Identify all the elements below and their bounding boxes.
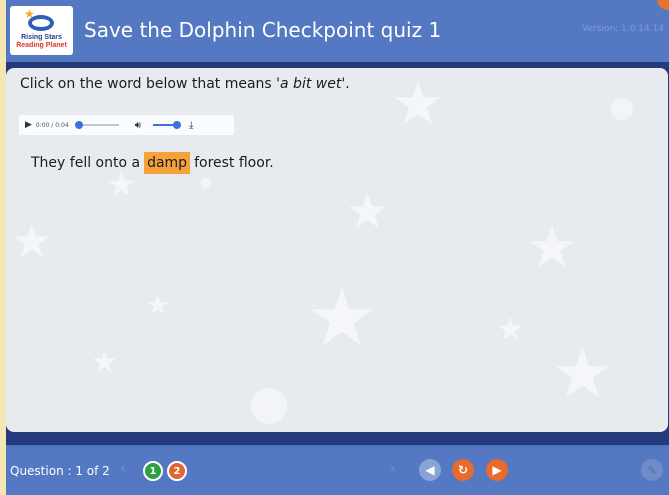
play-icon[interactable]: ▶: [25, 120, 32, 130]
volume-icon[interactable]: 🔊︎: [135, 120, 141, 131]
background-star-icon: ★: [346, 184, 390, 240]
refresh-button[interactable]: ↻: [452, 459, 474, 481]
header-bar: ★ Rising Stars Reading Planet Save the D…: [6, 0, 669, 62]
background-circle: [611, 98, 633, 120]
quiz-app: ★ Rising Stars Reading Planet Save the D…: [6, 0, 669, 495]
background-star-icon: ★: [91, 345, 118, 380]
prompt-target-meaning: a bit wet: [280, 76, 342, 92]
background-star-icon: ★: [526, 213, 578, 281]
audio-time: 0:00 / 0:04: [35, 121, 69, 129]
audio-seek-slider[interactable]: [74, 121, 119, 129]
page-title: Save the Dolphin Checkpoint quiz 1: [84, 18, 442, 42]
volume-knob[interactable]: [173, 121, 182, 129]
background-star-icon: ★: [306, 271, 378, 364]
question-number-1[interactable]: 1: [143, 461, 163, 481]
background-circle: [251, 388, 287, 424]
question-number-2[interactable]: 2: [167, 461, 187, 481]
audio-player: ▶ 0:00 / 0:04 🔊︎ ⤓: [19, 115, 234, 135]
sentence-words-before[interactable]: They fell onto a: [29, 155, 142, 171]
background-star-icon: ★: [496, 310, 525, 348]
question-panel: ★ ★ ★ ★ ★ ★ ★ ★ ★ ★ Click on the word be…: [6, 68, 668, 432]
prev-button[interactable]: ◀: [419, 459, 441, 481]
next-button[interactable]: ▶: [486, 459, 508, 481]
logo-line-1: Rising Stars: [21, 34, 62, 41]
logo-planet-ring: [32, 19, 50, 27]
prompt-text-end: '.: [341, 76, 350, 92]
background-star-icon: ★: [146, 291, 170, 321]
question-prompt: Click on the word below that means 'a bi…: [20, 76, 350, 92]
submit-icon[interactable]: ✎: [641, 459, 663, 481]
background-circle: [201, 178, 211, 188]
chevron-left-icon: ‹: [120, 461, 126, 477]
background-star-icon: ★: [391, 69, 445, 139]
prompt-text: Click on the word below that means ': [20, 76, 281, 92]
question-counter: Question : 1 of 2: [10, 464, 110, 478]
background-star-icon: ★: [551, 332, 614, 414]
selected-word[interactable]: damp: [144, 152, 191, 174]
prev-icon: ◀: [425, 463, 435, 477]
refresh-icon: ↻: [457, 463, 469, 477]
logo-line-2: Reading Planet: [16, 42, 67, 49]
version-label: Version: 1.0.14.14: [582, 24, 664, 34]
corner-badge: [657, 0, 669, 10]
sentence-words-after[interactable]: forest floor.: [192, 155, 276, 171]
volume-slider[interactable]: [153, 121, 182, 129]
download-icon[interactable]: ⤓: [189, 120, 193, 131]
next-icon: ▶: [492, 463, 502, 477]
answer-sentence: They fell onto a damp forest floor.: [29, 152, 276, 174]
chevron-right-icon: ›: [390, 461, 396, 477]
seek-knob[interactable]: [74, 121, 83, 129]
background-star-icon: ★: [11, 214, 53, 268]
footer-bar: Question : 1 of 2 ‹ 1 2 › ◀ ↻ ▶ ✎: [6, 447, 669, 495]
rising-stars-logo: ★ Rising Stars Reading Planet: [10, 6, 73, 55]
